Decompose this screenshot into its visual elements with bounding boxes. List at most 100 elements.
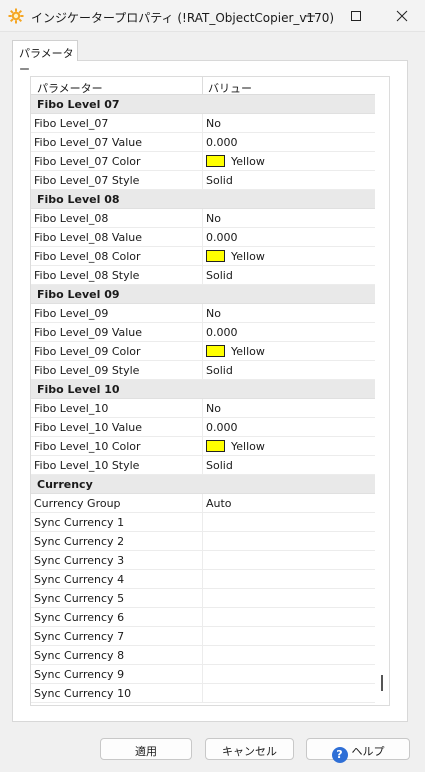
close-icon <box>396 10 408 22</box>
property-name: Fibo Level_09 Value <box>34 326 143 339</box>
color-value-field[interactable]: Yellow <box>206 345 265 358</box>
property-value[interactable]: 0.000 <box>206 421 238 434</box>
property-value[interactable]: Solid <box>206 364 233 377</box>
property-value[interactable]: No <box>206 307 221 320</box>
cell-separator <box>202 513 203 532</box>
property-row[interactable]: Sync Currency 9 <box>31 665 375 684</box>
column-header-value[interactable]: バリュー <box>208 80 252 96</box>
property-row[interactable]: Fibo Level_09 Style Solid <box>31 361 375 380</box>
cell-separator <box>202 171 203 190</box>
color-value-field[interactable]: Yellow <box>206 250 265 263</box>
property-row[interactable]: Fibo Level_07 No <box>31 114 375 133</box>
property-name: Sync Currency 6 <box>34 611 125 624</box>
property-name: Fibo Level_08 <box>34 212 109 225</box>
apply-button[interactable]: 適用 <box>100 738 192 760</box>
cell-separator <box>202 209 203 228</box>
column-divider[interactable] <box>202 77 203 95</box>
property-row[interactable]: Fibo Level_07 Style Solid <box>31 171 375 190</box>
color-name: Yellow <box>231 345 265 358</box>
vertical-scrollbar[interactable] <box>375 77 389 705</box>
color-value-field[interactable]: Yellow <box>206 155 265 168</box>
group-header-label: Fibo Level 07 <box>37 98 120 111</box>
property-name: Currency Group <box>34 497 121 510</box>
property-name: Fibo Level_08 Value <box>34 231 143 244</box>
cell-separator <box>202 494 203 513</box>
property-name: Fibo Level_09 Color <box>34 345 141 358</box>
property-row[interactable]: Fibo Level_10 Style Solid <box>31 456 375 475</box>
property-row[interactable]: Sync Currency 10 <box>31 684 375 703</box>
property-row[interactable]: Fibo Level_09 No <box>31 304 375 323</box>
property-row[interactable]: Sync Currency 5 <box>31 589 375 608</box>
gear-sun-icon <box>8 8 24 24</box>
property-row[interactable]: Currency Group Auto <box>31 494 375 513</box>
color-name: Yellow <box>231 440 265 453</box>
cell-separator <box>202 304 203 323</box>
property-row[interactable]: Sync Currency 3 <box>31 551 375 570</box>
property-name: Sync Currency 2 <box>34 535 125 548</box>
property-name: Fibo Level_10 <box>34 402 109 415</box>
property-name: Fibo Level_10 Value <box>34 421 143 434</box>
cell-separator <box>202 646 203 665</box>
property-value[interactable]: Solid <box>206 174 233 187</box>
cell-separator <box>202 627 203 646</box>
property-row[interactable]: Fibo Level_08 Color Yellow <box>31 247 375 266</box>
cell-separator <box>202 247 203 266</box>
color-value-field[interactable]: Yellow <box>206 440 265 453</box>
column-header-parameter[interactable]: パラメーター <box>37 80 103 96</box>
group-header[interactable]: Fibo Level 07 <box>31 95 375 114</box>
property-name: Fibo Level_07 <box>34 117 109 130</box>
property-value[interactable]: Solid <box>206 459 233 472</box>
cancel-button[interactable]: キャンセル <box>205 738 294 760</box>
cell-separator <box>202 399 203 418</box>
property-row[interactable]: Fibo Level_07 Color Yellow <box>31 152 375 171</box>
maximize-icon <box>351 11 361 21</box>
property-value[interactable]: No <box>206 402 221 415</box>
property-row[interactable]: Fibo Level_09 Value 0.000 <box>31 323 375 342</box>
property-row[interactable]: Sync Currency 4 <box>31 570 375 589</box>
cell-separator <box>202 133 203 152</box>
group-header[interactable]: Fibo Level 09 <box>31 285 375 304</box>
property-row[interactable]: Fibo Level_08 Value 0.000 <box>31 228 375 247</box>
property-row[interactable]: Fibo Level_08 No <box>31 209 375 228</box>
property-row[interactable]: Fibo Level_07 Value 0.000 <box>31 133 375 152</box>
property-row[interactable]: Fibo Level_10 Value 0.000 <box>31 418 375 437</box>
apply-button-label: 適用 <box>135 745 157 758</box>
minimize-button[interactable] <box>287 0 333 32</box>
property-name: Fibo Level_08 Style <box>34 269 140 282</box>
property-row[interactable]: Fibo Level_10 Color Yellow <box>31 437 375 456</box>
group-header[interactable]: Fibo Level 08 <box>31 190 375 209</box>
help-button[interactable]: ? ヘルプ <box>306 738 410 763</box>
property-name: Sync Currency 9 <box>34 668 125 681</box>
scrollbar-thumb[interactable] <box>381 675 383 691</box>
property-row[interactable]: Sync Currency 1 <box>31 513 375 532</box>
tab-parameters[interactable]: パラメーター <box>12 40 78 76</box>
close-button[interactable] <box>379 0 425 32</box>
group-header[interactable]: Fibo Level 10 <box>31 380 375 399</box>
group-header-label: Currency <box>37 478 93 491</box>
property-value[interactable]: 0.000 <box>206 326 238 339</box>
property-row[interactable]: Fibo Level_08 Style Solid <box>31 266 375 285</box>
maximize-button[interactable] <box>333 0 379 32</box>
title-bar[interactable]: インジケータープロパティ (!RAT_ObjectCopier_v170) <box>0 0 425 32</box>
property-row[interactable]: Sync Currency 8 <box>31 646 375 665</box>
property-value[interactable]: 0.000 <box>206 136 238 149</box>
property-value[interactable]: No <box>206 212 221 225</box>
property-name: Sync Currency 5 <box>34 592 125 605</box>
property-row[interactable]: Sync Currency 2 <box>31 532 375 551</box>
property-row[interactable]: Sync Currency 7 <box>31 627 375 646</box>
cell-separator <box>202 342 203 361</box>
property-name: Sync Currency 10 <box>34 687 132 700</box>
cell-separator <box>202 228 203 247</box>
property-value[interactable]: Auto <box>206 497 232 510</box>
property-value[interactable]: Solid <box>206 269 233 282</box>
cell-separator <box>202 152 203 171</box>
property-value[interactable]: 0.000 <box>206 231 238 244</box>
cell-separator <box>202 608 203 627</box>
property-row[interactable]: Fibo Level_09 Color Yellow <box>31 342 375 361</box>
group-header[interactable]: Currency <box>31 475 375 494</box>
property-value[interactable]: No <box>206 117 221 130</box>
property-row[interactable]: Sync Currency 6 <box>31 608 375 627</box>
property-name: Sync Currency 4 <box>34 573 125 586</box>
help-icon: ? <box>331 747 348 763</box>
property-row[interactable]: Fibo Level_10 No <box>31 399 375 418</box>
